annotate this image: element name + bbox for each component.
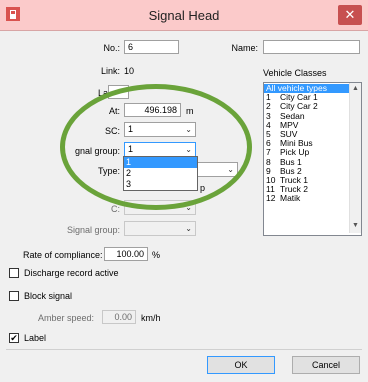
vehicle-class-row[interactable]: 7 Pick Up bbox=[264, 148, 349, 157]
vehicle-class-row[interactable]: 3 Sedan bbox=[264, 111, 349, 121]
cancel-button[interactable]: Cancel bbox=[292, 356, 360, 374]
signal-group-select[interactable]: 1 ⌄ bbox=[124, 142, 196, 157]
scroll-down-icon[interactable]: ▼ bbox=[352, 222, 359, 229]
vehicle-class-row[interactable]: 8 Bus 1 bbox=[264, 157, 349, 167]
window-title: Signal Head bbox=[148, 8, 220, 23]
name-label: Name: bbox=[231, 43, 258, 53]
chevron-down-icon: ⌄ bbox=[185, 203, 192, 212]
signal-group2-select: ⌄ bbox=[124, 221, 196, 236]
discharge-label: Discharge record active bbox=[24, 268, 119, 278]
signal-group-option[interactable]: 3 bbox=[124, 179, 197, 190]
partially-hidden-text: p bbox=[200, 183, 206, 193]
link-label: Link: bbox=[100, 66, 120, 76]
scroll-up-icon[interactable]: ▲ bbox=[352, 85, 359, 92]
vehicle-class-number: 12 bbox=[266, 193, 276, 204]
signal-group2-label: Signal group: bbox=[66, 225, 120, 235]
lane-label: La bbox=[97, 88, 108, 98]
lane-input[interactable] bbox=[108, 85, 129, 99]
amber-speed-label: Amber speed: bbox=[38, 313, 95, 323]
at-unit: m bbox=[186, 106, 194, 116]
rate-label: Rate of compliance: bbox=[23, 250, 103, 260]
ok-button[interactable]: OK bbox=[207, 356, 275, 374]
sc-label: SC: bbox=[104, 126, 120, 136]
signal-group-option[interactable]: 1 bbox=[124, 157, 197, 168]
no-input[interactable]: 6 bbox=[124, 40, 179, 54]
type-label: Type: bbox=[97, 166, 120, 176]
label-checkbox-label: Label bbox=[24, 333, 47, 343]
signal-group-option[interactable]: 2 bbox=[124, 168, 197, 179]
block-signal-checkbox[interactable] bbox=[9, 291, 19, 301]
close-icon[interactable]: ✕ bbox=[338, 5, 362, 25]
sc2-select: ⌄ bbox=[124, 200, 196, 215]
sc2-label: C: bbox=[111, 204, 120, 214]
chevron-down-icon: ⌄ bbox=[185, 145, 192, 154]
vehicle-class-row[interactable]: 2 City Car 2 bbox=[264, 102, 349, 111]
vehicle-class-name: Matik bbox=[280, 193, 301, 204]
signal-group-dropdown[interactable]: 1 2 3 bbox=[123, 156, 198, 191]
no-label: No.: bbox=[103, 43, 120, 53]
check-icon: ✔ bbox=[10, 333, 18, 343]
sc-select[interactable]: 1 ⌄ bbox=[124, 122, 196, 137]
chevron-down-icon: ⌄ bbox=[185, 125, 192, 134]
vehicle-class-row[interactable]: 12 Matik bbox=[264, 194, 349, 203]
vehicle-class-row[interactable]: 4 MPV bbox=[264, 120, 349, 130]
discharge-checkbox[interactable] bbox=[9, 268, 19, 278]
chevron-down-icon: ⌄ bbox=[185, 224, 192, 233]
amber-speed-unit: km/h bbox=[141, 313, 161, 323]
divider bbox=[6, 349, 362, 350]
vehicle-class-row[interactable]: 11 Truck 2 bbox=[264, 184, 349, 194]
vehicle-classes-title: Vehicle Classes bbox=[263, 68, 327, 78]
vehicle-classes-rows: All vehicle types 1 City Car 1 2 City Car 23… bbox=[264, 83, 349, 203]
rate-input[interactable]: 100.00 bbox=[104, 247, 148, 261]
label-checkbox[interactable]: ✔ bbox=[9, 333, 19, 343]
chevron-down-icon: ⌄ bbox=[227, 165, 234, 174]
name-input[interactable] bbox=[263, 40, 360, 54]
vehicle-classes-list[interactable]: All vehicle types 1 City Car 1 2 City Car 23… bbox=[263, 82, 362, 236]
rate-unit: % bbox=[152, 250, 161, 260]
at-input[interactable]: 496.198 bbox=[124, 103, 181, 117]
sc-select-value: 1 bbox=[128, 124, 134, 134]
block-signal-label: Block signal bbox=[24, 291, 73, 301]
at-label: At: bbox=[108, 106, 120, 116]
signal-group-select-value: 1 bbox=[128, 144, 134, 154]
vehicle-classes-scrollbar[interactable]: ▲ ▼ bbox=[349, 83, 361, 233]
signal-group-label: gnal group: bbox=[74, 146, 120, 156]
amber-speed-input: 0.00 bbox=[102, 310, 136, 324]
link-value: 10 bbox=[124, 66, 135, 76]
